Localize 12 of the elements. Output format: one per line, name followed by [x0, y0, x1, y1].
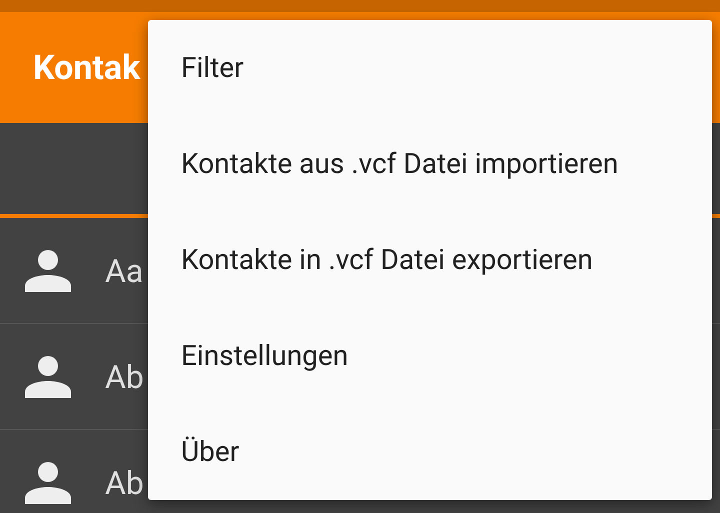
contact-name: Aa — [105, 250, 144, 292]
menu-item[interactable]: Über — [148, 404, 712, 500]
menu-item[interactable]: Einstellungen — [148, 308, 712, 404]
contact-name: Ab — [105, 462, 144, 504]
person-icon — [25, 356, 71, 398]
person-icon — [25, 462, 71, 504]
app-title: Kontak — [33, 50, 140, 84]
menu-item[interactable]: Kontakte aus .vcf Datei importieren — [148, 116, 712, 212]
person-icon — [25, 250, 71, 292]
contact-name: Ab — [105, 356, 144, 398]
menu-item[interactable]: Kontakte in .vcf Datei exportieren — [148, 212, 712, 308]
menu-item[interactable]: Filter — [148, 20, 712, 116]
